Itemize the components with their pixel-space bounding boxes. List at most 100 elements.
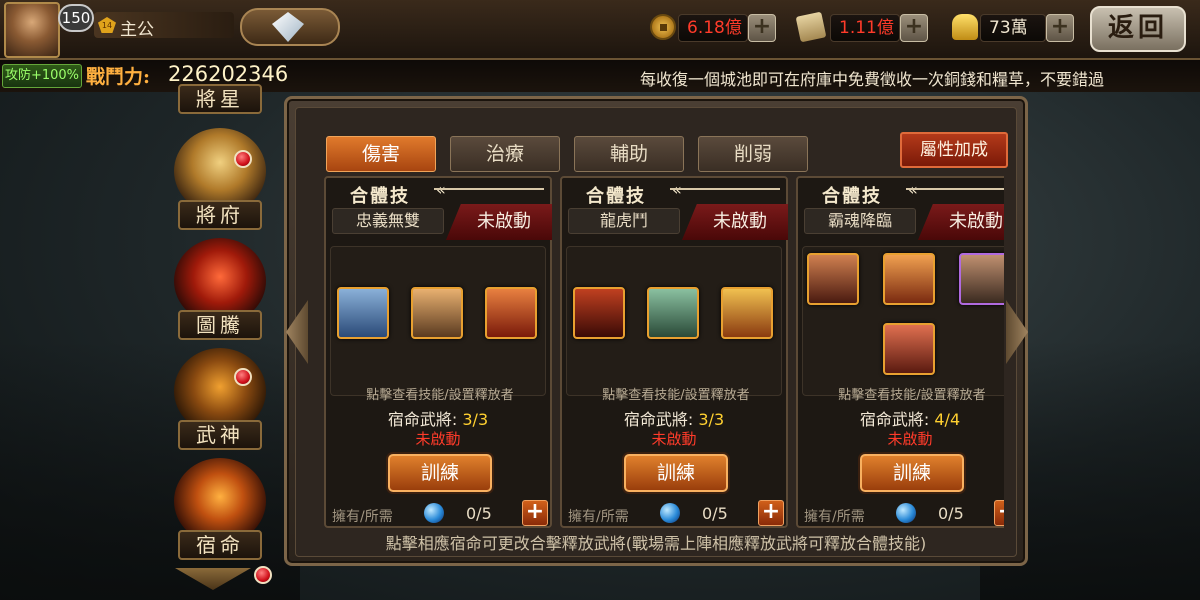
hero-portrait[interactable] bbox=[573, 287, 625, 339]
hero-portrait[interactable] bbox=[411, 287, 463, 339]
own-row: 擁有/所需 0/5 + bbox=[798, 500, 1004, 528]
fate-value: 3/3 bbox=[462, 410, 489, 429]
own-label: 擁有/所需 bbox=[332, 509, 393, 525]
nav-item-totem[interactable]: 圖騰 bbox=[168, 238, 272, 342]
hero-portrait[interactable] bbox=[883, 253, 935, 305]
fate-status: 未啟動 bbox=[415, 430, 461, 448]
grain-resource: 1.11億 + bbox=[795, 11, 933, 44]
card-header-label: 合體技 bbox=[586, 186, 646, 207]
own-row: 擁有/所需 0/5 + bbox=[562, 500, 786, 528]
combo-skill-card[interactable]: 合體技 « 忠義無雙 未啟動 點擊查看技能/設置釋放者 宿命武將: 3/3 未啟… bbox=[324, 176, 552, 528]
hero-area bbox=[566, 246, 782, 396]
header-divider bbox=[906, 188, 1004, 190]
gold-resource: 73萬 + bbox=[952, 12, 1077, 44]
gold-amount: 73萬 bbox=[980, 14, 1046, 42]
card-header: 合體技 « bbox=[326, 178, 550, 207]
fate-generals: 宿命武將: 4/4 bbox=[798, 406, 1004, 430]
fate-generals: 宿命武將: 3/3 bbox=[562, 406, 786, 430]
nav-item-star-general[interactable]: 將星 bbox=[168, 84, 272, 120]
nav-item-destiny[interactable]: 宿命 bbox=[168, 458, 272, 562]
header-divider bbox=[434, 188, 544, 190]
fate-value: 3/3 bbox=[698, 410, 725, 429]
copper-resource: 6.18億 + bbox=[650, 12, 780, 44]
nav-label: 圖騰 bbox=[178, 310, 262, 340]
own-label: 擁有/所需 bbox=[568, 509, 629, 525]
add-orb-button[interactable]: + bbox=[994, 500, 1004, 526]
card-header-label: 合體技 bbox=[350, 186, 410, 207]
grain-scroll-icon bbox=[795, 11, 827, 43]
combo-skill-card[interactable]: 合體技 « 龍虎鬥 未啟動 點擊查看技能/設置釋放者 宿命武將: 3/3 未啟動 bbox=[560, 176, 788, 528]
hero-portrait[interactable] bbox=[647, 287, 699, 339]
level-badge: 150 bbox=[58, 4, 94, 32]
player-name: 主公 bbox=[120, 20, 154, 40]
skill-hint: 點擊查看技能/設置釋放者 bbox=[838, 388, 986, 403]
combo-skill-card[interactable]: 合體技 « 霸魂降臨 未啟動 點擊查看技能/設置釋放者 宿命武將: 4/4 bbox=[796, 176, 1004, 528]
skill-name: 忠義無雙 bbox=[332, 208, 444, 234]
notification-dot bbox=[234, 368, 252, 386]
tab-weaken[interactable]: 削弱 bbox=[698, 136, 808, 172]
gold-ingot-icon bbox=[952, 14, 978, 40]
tab-support[interactable]: 輔助 bbox=[574, 136, 684, 172]
fate-status: 未啟動 bbox=[651, 430, 697, 448]
fate-label: 宿命武將: bbox=[387, 410, 458, 429]
soul-orb-icon bbox=[660, 503, 680, 523]
own-row: 擁有/所需 0/5 + bbox=[326, 500, 550, 528]
own-count: 0/5 bbox=[466, 504, 492, 523]
nav-label: 武神 bbox=[178, 420, 262, 450]
add-copper-button[interactable]: + bbox=[748, 14, 776, 42]
skill-hint: 點擊查看技能/設置釋放者 bbox=[366, 388, 514, 403]
skill-status: 未啟動 bbox=[918, 204, 1004, 240]
fate-value: 4/4 bbox=[934, 410, 961, 429]
card-header: 合體技 « bbox=[798, 178, 1004, 207]
skill-status: 未啟動 bbox=[682, 204, 788, 240]
skill-name: 龍虎鬥 bbox=[568, 208, 680, 234]
hero-portrait[interactable] bbox=[485, 287, 537, 339]
buff-tag: 攻防+100% bbox=[2, 64, 82, 88]
train-button[interactable]: 訓練 bbox=[860, 454, 964, 492]
hero-portrait[interactable] bbox=[959, 253, 1004, 305]
own-label: 擁有/所需 bbox=[804, 509, 865, 525]
fate-panel: 傷害 治療 輔助 削弱 屬性加成 合體技 « 忠義無雙 未啟動 點擊查看技能/設 bbox=[284, 96, 1028, 566]
notification-dot bbox=[254, 566, 272, 584]
attribute-bonus-button[interactable]: 屬性加成 bbox=[900, 132, 1008, 168]
copper-amount: 6.18億 bbox=[678, 14, 748, 42]
train-button[interactable]: 訓練 bbox=[624, 454, 728, 492]
hero-portrait[interactable] bbox=[807, 253, 859, 305]
back-button[interactable]: 返回 bbox=[1090, 6, 1186, 52]
fate-label: 宿命武將: bbox=[623, 410, 694, 429]
fate-status: 未啟動 bbox=[887, 430, 933, 448]
combat-power-label: 戰鬥力: bbox=[86, 66, 151, 88]
add-orb-button[interactable]: + bbox=[758, 500, 784, 526]
hero-portrait[interactable] bbox=[337, 287, 389, 339]
skill-status: 未啟動 bbox=[446, 204, 552, 240]
hero-area bbox=[330, 246, 546, 396]
add-gold-button[interactable]: + bbox=[1046, 14, 1074, 42]
copper-coin-icon bbox=[650, 14, 676, 40]
hero-portrait[interactable] bbox=[721, 287, 773, 339]
grain-amount: 1.11億 bbox=[830, 14, 900, 42]
nav-label: 將星 bbox=[178, 84, 262, 114]
announcement-marquee: 每收復一個城池即可在府庫中免費徵收一次銅錢和糧草，不要錯過 bbox=[640, 70, 1105, 89]
combo-skill-cards: 合體技 « 忠義無雙 未啟動 點擊查看技能/設置釋放者 宿命武將: 3/3 未啟… bbox=[324, 176, 1004, 530]
skill-name: 霸魂降臨 bbox=[804, 208, 916, 234]
panel-inner: 傷害 治療 輔助 削弱 屬性加成 合體技 « 忠義無雙 未啟動 點擊查看技能/設 bbox=[295, 107, 1017, 557]
nav-item-general-mansion[interactable]: 將府 bbox=[168, 128, 272, 232]
hero-area bbox=[802, 246, 1004, 396]
add-orb-button[interactable]: + bbox=[522, 500, 548, 526]
nav-item-war-god[interactable]: 武神 bbox=[168, 348, 272, 452]
nav-label: 將府 bbox=[178, 200, 262, 230]
combat-power-value: 226202346 bbox=[168, 62, 289, 86]
skill-hint: 點擊查看技能/設置釋放者 bbox=[602, 388, 750, 403]
top-bar: 150 14 主公 6.18億 + 1.11億 + 73萬 + 返回 bbox=[0, 0, 1200, 60]
train-button[interactable]: 訓練 bbox=[388, 454, 492, 492]
fate-generals: 宿命武將: 3/3 bbox=[326, 406, 550, 430]
player-avatar[interactable] bbox=[4, 2, 60, 58]
tab-heal[interactable]: 治療 bbox=[450, 136, 560, 172]
hero-portrait[interactable] bbox=[883, 323, 935, 375]
add-grain-button[interactable]: + bbox=[900, 14, 928, 42]
card-header: 合體技 « bbox=[562, 178, 786, 207]
footer-note: 點擊相應宿命可更改合擊釋放武將(戰場需上陣相應釋放武將可釋放合體技能) bbox=[385, 534, 927, 553]
side-nav: 將星 將府 圖騰 武神 宿命 bbox=[160, 84, 280, 600]
tab-damage[interactable]: 傷害 bbox=[326, 136, 436, 172]
card-header-label: 合體技 bbox=[822, 186, 882, 207]
